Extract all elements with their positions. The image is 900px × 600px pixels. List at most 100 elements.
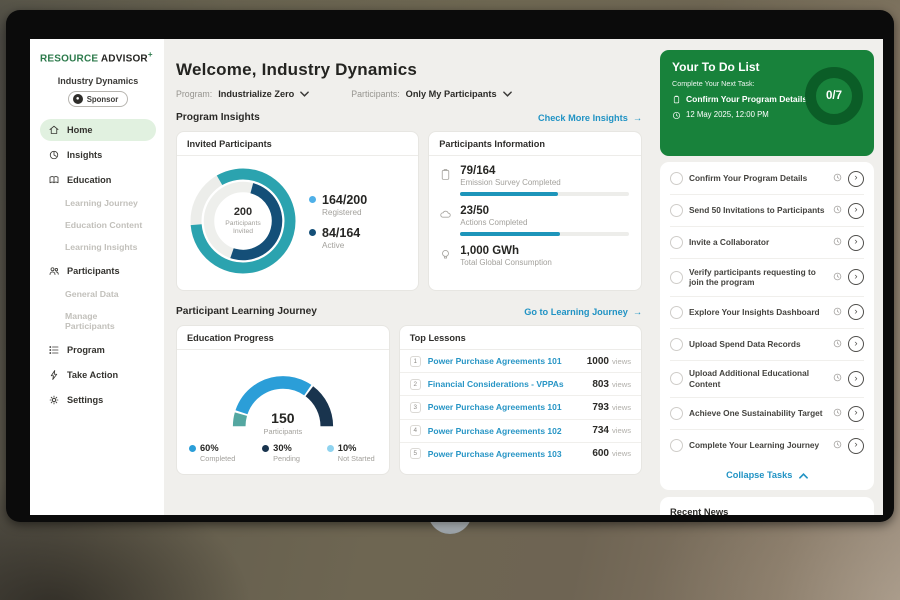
monitor-bezel: RESOURCE ADVISOR+ Industry Dynamics ● Sp… [6, 10, 894, 522]
bulb-icon [439, 248, 452, 261]
clipboard-icon [672, 95, 681, 104]
participants-filter[interactable]: Participants: Only My Participants [351, 89, 511, 99]
task-clock-icon [833, 440, 842, 451]
legend-value: 60% [200, 443, 219, 453]
go-to-learning-journey-link[interactable]: Go to Learning Journey → [524, 307, 642, 317]
lesson-row: 2 Financial Considerations - VPPAs 803vi… [400, 373, 641, 396]
task-row: Achieve One Sustainability Target › [670, 398, 864, 430]
sidebar-item-participants[interactable]: Participants [40, 260, 156, 282]
program-filter[interactable]: Program: Industrialize Zero [176, 89, 309, 99]
insights-icon [48, 149, 60, 161]
sidebar-item-take-action[interactable]: Take Action [40, 364, 156, 386]
task-open-button[interactable]: › [848, 371, 864, 387]
education-icon [48, 174, 60, 186]
lesson-link[interactable]: Power Purchase Agreements 101 [428, 402, 586, 412]
sidebar-item-education[interactable]: Education [40, 169, 156, 191]
education-gauge-chart: 150 Participants [218, 362, 348, 434]
task-checkbox[interactable] [670, 439, 683, 452]
views-suffix: views [612, 449, 631, 458]
task-row: Verify participants requesting to join t… [670, 259, 864, 297]
clock-icon [672, 111, 681, 120]
legend-dot [309, 196, 316, 203]
task-checkbox[interactable] [670, 204, 683, 217]
chevron-down-icon [300, 91, 309, 97]
task-row: Upload Additional Educational Content › [670, 361, 864, 399]
metric-value: 79/164 [460, 165, 629, 177]
link-label: Check More Insights [538, 113, 628, 123]
lesson-link[interactable]: Power Purchase Agreements 101 [428, 356, 580, 366]
actions-icon [439, 208, 452, 221]
metric-label: Actions Completed [460, 218, 629, 227]
task-open-button[interactable]: › [848, 438, 864, 454]
sidebar-item-general-data[interactable]: General Data [40, 283, 156, 305]
sidebar-item-settings[interactable]: Settings [40, 389, 156, 411]
app-logo: RESOURCE ADVISOR+ [40, 50, 156, 64]
task-row: Invite a Collaborator › [670, 227, 864, 259]
task-open-button[interactable]: › [848, 235, 864, 251]
participants-information-card: Participants Information 79/164 Emission… [428, 131, 642, 291]
sidebar-item-education-content[interactable]: Education Content [40, 214, 156, 236]
education-legend: 60% Completed 30% Pending 10% Not Starte… [177, 434, 389, 463]
progress-fill [460, 232, 560, 236]
filters-row: Program: Industrialize Zero Participants… [176, 89, 642, 99]
legend-item-not-started: 10% Not Started [327, 443, 375, 463]
sidebar: RESOURCE ADVISOR+ Industry Dynamics ● Sp… [30, 39, 164, 515]
card-title: Invited Participants [177, 132, 418, 156]
task-checkbox[interactable] [670, 372, 683, 385]
task-checkbox[interactable] [670, 338, 683, 351]
sidebar-item-learning-journey[interactable]: Learning Journey [40, 192, 156, 214]
next-task-label: Confirm Your Program Details [686, 94, 807, 104]
sidebar-item-label: Settings [67, 395, 103, 405]
collapse-tasks-link[interactable]: Collapse Tasks [670, 461, 864, 490]
legend-dot [309, 229, 316, 236]
task-clock-icon [833, 173, 842, 184]
sidebar-item-learning-insights[interactable]: Learning Insights [40, 236, 156, 258]
task-row: Explore Your Insights Dashboard › [670, 297, 864, 329]
task-open-button[interactable]: › [848, 203, 864, 219]
task-clock-icon [833, 237, 842, 248]
dashboard-screen: RESOURCE ADVISOR+ Industry Dynamics ● Sp… [30, 39, 883, 515]
legend-item-pending: 30% Pending [262, 443, 300, 463]
task-open-button[interactable]: › [848, 171, 864, 187]
task-checkbox[interactable] [670, 407, 683, 420]
todo-next-task: Confirm Your Program Details [672, 94, 808, 104]
task-open-button[interactable]: › [848, 304, 864, 320]
task-checkbox[interactable] [670, 172, 683, 185]
check-more-insights-link[interactable]: Check More Insights → [538, 113, 642, 123]
arrow-right-icon: → [633, 307, 642, 317]
task-checkbox[interactable] [670, 271, 683, 284]
sidebar-item-home[interactable]: Home [40, 119, 156, 141]
task-checkbox[interactable] [670, 306, 683, 319]
lesson-link[interactable]: Financial Considerations - VPPAs [428, 379, 586, 389]
views-suffix: views [612, 426, 631, 435]
metric-label: Total Global Consumption [460, 258, 629, 267]
lesson-link[interactable]: Power Purchase Agreements 102 [428, 426, 586, 436]
lesson-link[interactable]: Power Purchase Agreements 103 [428, 449, 586, 459]
task-label: Confirm Your Program Details [689, 173, 827, 184]
legend-dot [262, 445, 269, 452]
education-progress-card: Education Progress 150 Participants [176, 325, 390, 475]
sidebar-item-manage-participants[interactable]: Manage Participants [40, 305, 156, 337]
sidebar-item-insights[interactable]: Insights [40, 144, 156, 166]
link-label: Go to Learning Journey [524, 307, 628, 317]
todo-counter: 0/7 [826, 90, 842, 102]
task-checkbox[interactable] [670, 236, 683, 249]
logo-primary: RESOURCE [40, 53, 98, 64]
task-clock-icon [833, 272, 842, 283]
right-panel: Your To Do List Complete Your Next Task:… [654, 39, 883, 515]
sidebar-item-label: Participants [67, 266, 120, 276]
task-open-button[interactable]: › [848, 336, 864, 352]
todo-tasks-card: Confirm Your Program Details › Send 50 I… [660, 162, 874, 490]
learning-journey-title: Participant Learning Journey [176, 306, 317, 317]
card-title: Participants Information [429, 132, 641, 156]
legend-item-active: 84/164 Active [309, 226, 367, 250]
participants-filter-label: Participants: [351, 89, 399, 99]
task-open-button[interactable]: › [848, 269, 864, 285]
sidebar-item-label: Program [67, 345, 105, 355]
sidebar-item-program[interactable]: Program [40, 339, 156, 361]
arrow-right-icon: → [633, 113, 642, 123]
org-name: Industry Dynamics [40, 76, 156, 86]
program-filter-label: Program: [176, 89, 212, 99]
task-open-button[interactable]: › [848, 406, 864, 422]
sponsor-badge[interactable]: ● Sponsor [68, 91, 129, 107]
